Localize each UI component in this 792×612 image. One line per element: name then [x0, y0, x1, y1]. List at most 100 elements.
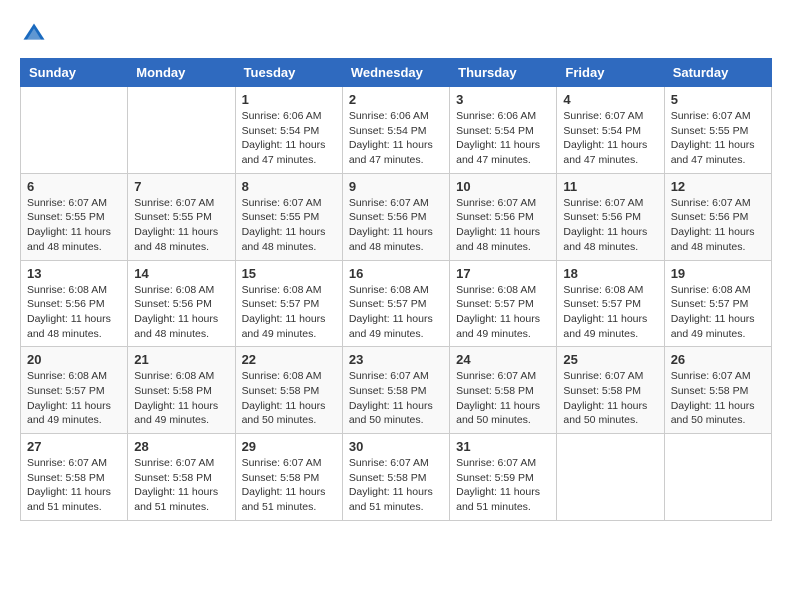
calendar-day-cell: 5Sunrise: 6:07 AMSunset: 5:55 PMDaylight… — [664, 87, 771, 174]
day-info: Sunrise: 6:07 AMSunset: 5:55 PMDaylight:… — [134, 196, 228, 255]
day-number: 16 — [349, 266, 443, 281]
day-number: 14 — [134, 266, 228, 281]
day-info: Sunrise: 6:07 AMSunset: 5:56 PMDaylight:… — [349, 196, 443, 255]
day-info: Sunrise: 6:06 AMSunset: 5:54 PMDaylight:… — [349, 109, 443, 168]
day-number: 15 — [242, 266, 336, 281]
day-number: 26 — [671, 352, 765, 367]
day-number: 28 — [134, 439, 228, 454]
day-info: Sunrise: 6:07 AMSunset: 5:55 PMDaylight:… — [671, 109, 765, 168]
calendar-day-cell: 8 Sunrise: 6:07 AMSunset: 5:55 PMDaylight… — [235, 173, 342, 260]
day-info: Sunrise: 6:07 AMSunset: 5:58 PMDaylight:… — [27, 456, 121, 515]
calendar-day-cell: 25 Sunrise: 6:07 AMSunset: 5:58 PMDayligh… — [557, 347, 664, 434]
calendar-day-cell: 4 Sunrise: 6:07 AMSunset: 5:54 PMDaylight… — [557, 87, 664, 174]
day-info: Sunrise: 6:07 AMSunset: 5:58 PMDaylight:… — [349, 456, 443, 515]
day-of-week-header: Wednesday — [342, 59, 449, 87]
day-info: Sunrise: 6:08 AMSunset: 5:57 PMDaylight:… — [27, 369, 121, 428]
day-number: 3 — [456, 92, 550, 107]
calendar-day-cell: 10 Sunrise: 6:07 AMSunset: 5:56 PMDayligh… — [450, 173, 557, 260]
day-info: Sunrise: 6:07 AMSunset: 5:58 PMDaylight:… — [349, 369, 443, 428]
calendar-day-cell: 16Sunrise: 6:08 AMSunset: 5:57 PMDayligh… — [342, 260, 449, 347]
calendar-day-cell: 19 Sunrise: 6:08 AMSunset: 5:57 PMDayligh… — [664, 260, 771, 347]
day-info: Sunrise: 6:07 AMSunset: 5:58 PMDaylight:… — [242, 456, 336, 515]
day-number: 25 — [563, 352, 657, 367]
calendar-day-cell: 15Sunrise: 6:08 AMSunset: 5:57 PMDayligh… — [235, 260, 342, 347]
calendar-week-row: 13 Sunrise: 6:08 AMSunset: 5:56 PMDayligh… — [21, 260, 772, 347]
day-info: Sunrise: 6:06 AMSunset: 5:54 PMDaylight:… — [242, 109, 336, 168]
day-number: 7 — [134, 179, 228, 194]
calendar-week-row: 6 Sunrise: 6:07 AMSunset: 5:55 PMDaylight… — [21, 173, 772, 260]
day-of-week-header: Saturday — [664, 59, 771, 87]
day-number: 23 — [349, 352, 443, 367]
calendar-day-cell — [21, 87, 128, 174]
day-info: Sunrise: 6:07 AMSunset: 5:56 PMDaylight:… — [563, 196, 657, 255]
day-number: 24 — [456, 352, 550, 367]
calendar-day-cell: 6 Sunrise: 6:07 AMSunset: 5:55 PMDaylight… — [21, 173, 128, 260]
day-number: 8 — [242, 179, 336, 194]
day-info: Sunrise: 6:07 AMSunset: 5:58 PMDaylight:… — [671, 369, 765, 428]
calendar-header-row: SundayMondayTuesdayWednesdayThursdayFrid… — [21, 59, 772, 87]
day-number: 27 — [27, 439, 121, 454]
day-number: 4 — [563, 92, 657, 107]
calendar-day-cell: 23 Sunrise: 6:07 AMSunset: 5:58 PMDayligh… — [342, 347, 449, 434]
calendar-day-cell: 26 Sunrise: 6:07 AMSunset: 5:58 PMDayligh… — [664, 347, 771, 434]
day-number: 29 — [242, 439, 336, 454]
logo — [20, 20, 52, 48]
day-info: Sunrise: 6:06 AMSunset: 5:54 PMDaylight:… — [456, 109, 550, 168]
day-number: 31 — [456, 439, 550, 454]
calendar-day-cell — [557, 434, 664, 521]
day-info: Sunrise: 6:07 AMSunset: 5:55 PMDaylight:… — [242, 196, 336, 255]
calendar-day-cell: 13Sunrise: 6:08 AMSunset: 5:56 PMDayligh… — [21, 260, 128, 347]
calendar-day-cell: 28 Sunrise: 6:07 AMSunset: 5:58 PMDayligh… — [128, 434, 235, 521]
day-number: 13 — [27, 266, 121, 281]
day-number: 12 — [671, 179, 765, 194]
day-number: 11 — [563, 179, 657, 194]
calendar-day-cell — [128, 87, 235, 174]
day-info: Sunrise: 6:08 AMSunset: 5:57 PMDaylight:… — [563, 283, 657, 342]
calendar-day-cell: 14 Sunrise: 6:08 AMSunset: 5:56 PMDayligh… — [128, 260, 235, 347]
day-number: 9 — [349, 179, 443, 194]
calendar-day-cell: 22 Sunrise: 6:08 AMSunset: 5:58 PMDayligh… — [235, 347, 342, 434]
calendar-day-cell: 20 Sunrise: 6:08 AMSunset: 5:57 PMDayligh… — [21, 347, 128, 434]
day-number: 18 — [563, 266, 657, 281]
day-number: 20 — [27, 352, 121, 367]
calendar-day-cell: 3 Sunrise: 6:06 AMSunset: 5:54 PMDaylight… — [450, 87, 557, 174]
day-number: 17 — [456, 266, 550, 281]
calendar-day-cell: 9 Sunrise: 6:07 AMSunset: 5:56 PMDaylight… — [342, 173, 449, 260]
calendar-day-cell: 29 Sunrise: 6:07 AMSunset: 5:58 PMDayligh… — [235, 434, 342, 521]
day-number: 6 — [27, 179, 121, 194]
day-number: 10 — [456, 179, 550, 194]
day-info: Sunrise: 6:07 AMSunset: 5:54 PMDaylight:… — [563, 109, 657, 168]
calendar-day-cell: 7 Sunrise: 6:07 AMSunset: 5:55 PMDaylight… — [128, 173, 235, 260]
day-info: Sunrise: 6:07 AMSunset: 5:59 PMDaylight:… — [456, 456, 550, 515]
day-info: Sunrise: 6:08 AMSunset: 5:57 PMDaylight:… — [456, 283, 550, 342]
day-of-week-header: Thursday — [450, 59, 557, 87]
calendar-day-cell: 17 Sunrise: 6:08 AMSunset: 5:57 PMDayligh… — [450, 260, 557, 347]
day-info: Sunrise: 6:08 AMSunset: 5:58 PMDaylight:… — [134, 369, 228, 428]
day-number: 2 — [349, 92, 443, 107]
day-info: Sunrise: 6:08 AMSunset: 5:58 PMDaylight:… — [242, 369, 336, 428]
day-info: Sunrise: 6:07 AMSunset: 5:55 PMDaylight:… — [27, 196, 121, 255]
calendar-day-cell: 24 Sunrise: 6:07 AMSunset: 5:58 PMDayligh… — [450, 347, 557, 434]
day-info: Sunrise: 6:07 AMSunset: 5:58 PMDaylight:… — [456, 369, 550, 428]
day-info: Sunrise: 6:07 AMSunset: 5:58 PMDaylight:… — [134, 456, 228, 515]
day-info: Sunrise: 6:07 AMSunset: 5:58 PMDaylight:… — [563, 369, 657, 428]
calendar-day-cell: 27 Sunrise: 6:07 AMSunset: 5:58 PMDayligh… — [21, 434, 128, 521]
day-number: 21 — [134, 352, 228, 367]
day-info: Sunrise: 6:08 AMSunset: 5:56 PMDaylight:… — [134, 283, 228, 342]
day-info: Sunrise: 6:08 AMSunset: 5:57 PMDaylight:… — [671, 283, 765, 342]
calendar-day-cell: 18 Sunrise: 6:08 AMSunset: 5:57 PMDayligh… — [557, 260, 664, 347]
calendar-table: SundayMondayTuesdayWednesdayThursdayFrid… — [20, 58, 772, 521]
day-of-week-header: Monday — [128, 59, 235, 87]
calendar-week-row: 20 Sunrise: 6:08 AMSunset: 5:57 PMDayligh… — [21, 347, 772, 434]
day-info: Sunrise: 6:07 AMSunset: 5:56 PMDaylight:… — [456, 196, 550, 255]
calendar-day-cell — [664, 434, 771, 521]
day-of-week-header: Sunday — [21, 59, 128, 87]
day-number: 30 — [349, 439, 443, 454]
calendar-day-cell: 2 Sunrise: 6:06 AMSunset: 5:54 PMDaylight… — [342, 87, 449, 174]
day-number: 22 — [242, 352, 336, 367]
day-of-week-header: Friday — [557, 59, 664, 87]
calendar-day-cell: 21 Sunrise: 6:08 AMSunset: 5:58 PMDayligh… — [128, 347, 235, 434]
day-info: Sunrise: 6:07 AMSunset: 5:56 PMDaylight:… — [671, 196, 765, 255]
page-header — [20, 20, 772, 48]
day-number: 19 — [671, 266, 765, 281]
